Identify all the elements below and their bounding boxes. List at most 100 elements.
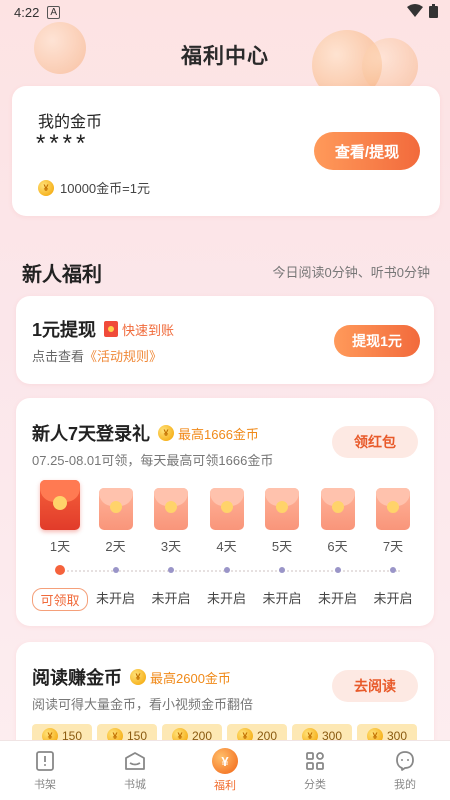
- red-envelope-icon: [98, 488, 133, 530]
- envelope-seal: [387, 501, 399, 513]
- welfare-icon: ¥: [212, 748, 238, 774]
- reading-max-badge: ¥ 最高2600金币: [130, 668, 231, 687]
- day-label: 2天: [105, 539, 126, 554]
- progress-node: [279, 567, 285, 573]
- progress-node: [112, 567, 119, 573]
- day-locked-state: 未开启: [206, 591, 246, 606]
- login-max-text: 最高1666金币: [178, 426, 259, 442]
- envelope-seal: [331, 501, 344, 513]
- coin-icon: ¥: [130, 669, 146, 685]
- envelope-seal: [220, 501, 233, 513]
- day-label: 7天: [382, 539, 404, 554]
- login-day-5[interactable]: 5天: [254, 488, 310, 555]
- envelope-seal: [109, 501, 122, 513]
- battery-icon: [429, 3, 438, 21]
- tab-welfare[interactable]: ¥ 福利: [180, 741, 270, 800]
- login-days: 1天可领取 2天未开启 3天未开启 4天未开启 5天未开启 6天未开启 7天未开启: [16, 480, 434, 611]
- profile-icon: [396, 751, 414, 771]
- withdraw-sub-prefix: 点击查看: [32, 349, 85, 364]
- tab-profile-label: 我的: [394, 779, 416, 791]
- activity-rules-link[interactable]: 《活动规则》: [84, 349, 162, 364]
- login-day-6[interactable]: 6天: [310, 488, 366, 555]
- red-envelope-icon: [320, 488, 355, 530]
- login-max-badge: ¥ 最高1666金币: [158, 424, 259, 443]
- red-envelope-icon: [209, 488, 244, 530]
- day-locked-state: 未开启: [317, 591, 357, 606]
- bottom-tab-bar: 书架 书城 ¥ 福利 分类 我的: [0, 740, 450, 800]
- tab-bookshelf-label: 书架: [34, 779, 56, 791]
- day-label: 1天: [49, 539, 71, 554]
- view-withdraw-button[interactable]: 查看/提现: [314, 132, 420, 170]
- notification-icon: A: [47, 5, 60, 19]
- tab-bookshelf[interactable]: 书架: [0, 741, 90, 800]
- today-reading-note: 今日阅读0分钟、听书0分钟: [272, 265, 430, 280]
- page-title: 福利中心: [181, 45, 269, 68]
- reading-max-text: 最高2600金币: [150, 670, 231, 686]
- progress-node: [223, 567, 230, 573]
- status-bar: 4:22 A: [0, 0, 450, 24]
- red-envelope-icon: [154, 488, 188, 530]
- withdraw-title-row: 1元提现 快速到账: [32, 316, 174, 342]
- bookstore-icon: [125, 752, 145, 770]
- tab-profile[interactable]: 我的: [360, 741, 450, 800]
- login-day-3[interactable]: 3天: [143, 488, 199, 555]
- login-subtitle: 07.25-08.01可领，每天最高可领1666金币: [32, 453, 274, 468]
- red-envelope-icon: [104, 321, 119, 337]
- login-day-2[interactable]: 2天: [88, 488, 144, 555]
- progress-node: [55, 565, 65, 575]
- tab-welfare-label: 福利: [214, 780, 236, 792]
- go-read-button[interactable]: 去阅读: [332, 670, 418, 702]
- exchange-rate-text: 10000金币=1元: [60, 181, 150, 196]
- day-claim-state[interactable]: 可领取: [32, 588, 88, 611]
- bookshelf-icon: [36, 751, 54, 771]
- login-day-4[interactable]: 4天: [199, 488, 255, 555]
- progress-track: [60, 570, 400, 572]
- withdraw-subtitle: 点击查看《活动规则》: [32, 346, 162, 365]
- coin-icon: ¥: [38, 179, 54, 196]
- envelope-seal: [53, 496, 67, 510]
- fast-arrival-tag: 快速到账: [104, 320, 174, 339]
- coin-icon: ¥: [158, 425, 175, 441]
- progress-node: [390, 567, 396, 573]
- red-envelope-icon: [265, 488, 299, 530]
- tab-category[interactable]: 分类: [270, 741, 360, 800]
- exchange-rate: ¥ 10000金币=1元: [38, 178, 150, 197]
- login-day-7[interactable]: 7天: [365, 488, 421, 555]
- gold-balance-card: 我的金币 **** ¥ 10000金币=1元 查看/提现: [12, 86, 440, 216]
- day-locked-state: 未开启: [151, 591, 191, 606]
- claim-red-envelope-button[interactable]: 领红包: [332, 426, 418, 458]
- withdraw-title: 1元提现: [32, 320, 97, 340]
- login-day-1[interactable]: 1天: [32, 480, 88, 555]
- seven-day-login-card: 新人7天登录礼 ¥ 最高1666金币 07.25-08.01可领，每天最高可领1…: [16, 398, 434, 626]
- gold-balance-masked: ****: [36, 130, 90, 157]
- withdraw-1-yuan-button[interactable]: 提现1元: [334, 325, 420, 357]
- envelope-seal: [276, 501, 288, 513]
- reading-subtitle: 阅读可得大量金币，看小视频金币翻倍: [32, 697, 254, 712]
- login-title-row: 新人7天登录礼 ¥ 最高1666金币: [32, 420, 259, 446]
- red-envelope-icon: [376, 488, 410, 530]
- withdraw-card: 1元提现 快速到账 点击查看《活动规则》 提现1元: [16, 296, 434, 384]
- day-locked-state: 未开启: [262, 591, 302, 606]
- progress-node: [334, 567, 341, 573]
- new-user-title: 新人福利: [22, 264, 102, 286]
- gold-label: 我的金币: [38, 114, 103, 131]
- fast-arrival-text: 快速到账: [122, 322, 175, 338]
- login-title: 新人7天登录礼: [32, 424, 151, 444]
- reading-title-row: 阅读赚金币 ¥ 最高2600金币: [32, 664, 231, 690]
- tab-bookstore[interactable]: 书城: [90, 741, 180, 800]
- day-locked-state: 未开启: [373, 591, 413, 606]
- wifi-icon: [407, 3, 423, 21]
- day-label: 3天: [160, 539, 182, 554]
- category-icon: [306, 752, 324, 770]
- status-time: 4:22: [14, 4, 40, 20]
- day-label: 5天: [271, 539, 293, 554]
- tab-category-label: 分类: [304, 779, 326, 791]
- red-envelope-icon: [40, 480, 80, 530]
- envelope-seal: [165, 501, 177, 513]
- tab-bookstore-label: 书城: [124, 779, 146, 791]
- reading-title: 阅读赚金币: [32, 668, 122, 688]
- day-label: 6天: [327, 539, 348, 554]
- day-label: 4天: [216, 539, 237, 554]
- progress-node: [168, 567, 174, 573]
- day-locked-state: 未开启: [95, 591, 135, 606]
